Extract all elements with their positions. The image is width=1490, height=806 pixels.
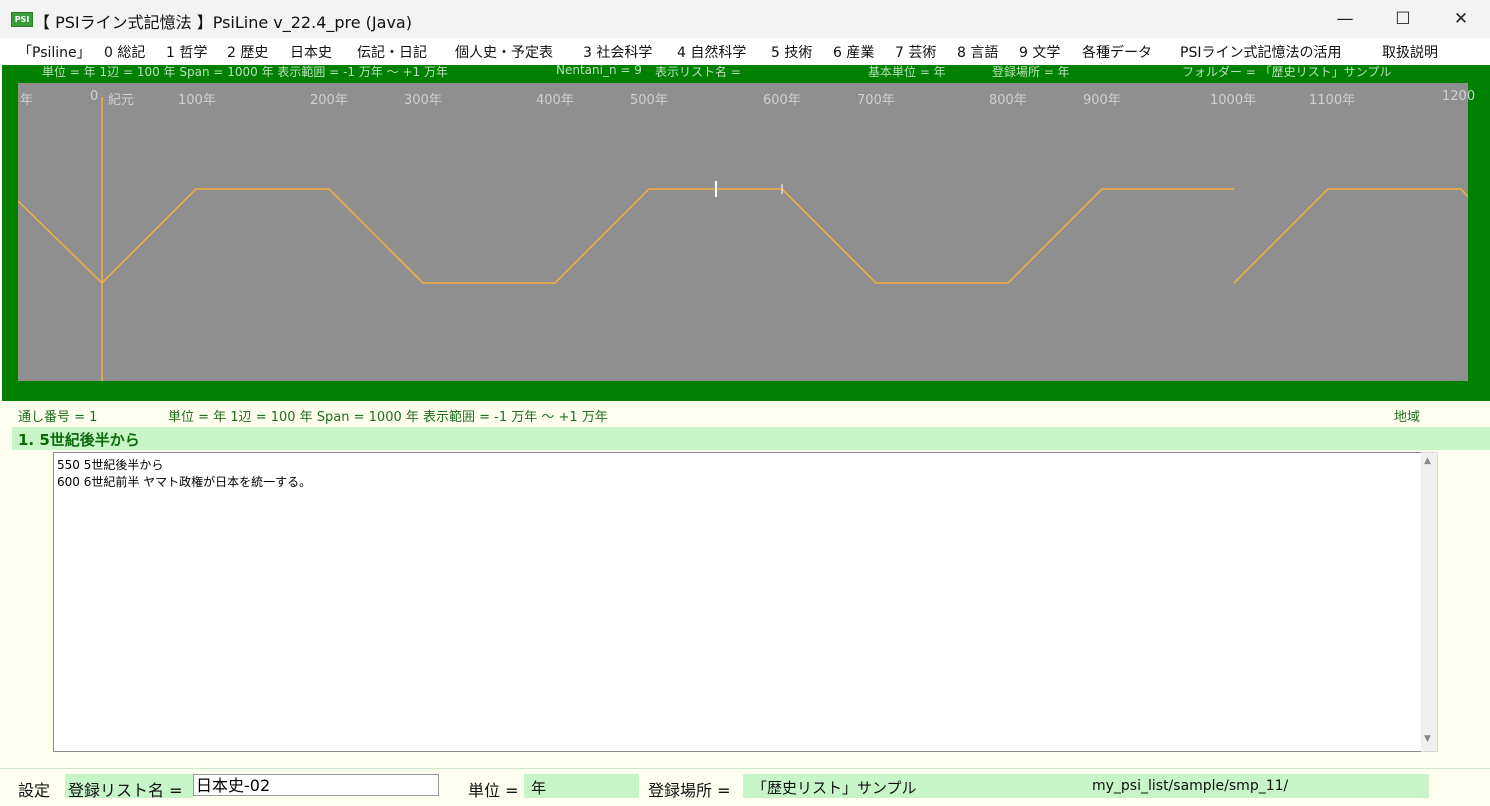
timeline-polyline-1 (18, 188, 1234, 285)
scroll-down-icon[interactable]: ▼ (1424, 734, 1431, 744)
entry-line: 600 6世紀前半 ヤマト政権が日本を統一する。 (57, 475, 312, 489)
list-name-label: 登録リスト名 = (68, 781, 183, 800)
title-bar: PSI 【 PSIライン式記憶法 】PsiLine v_22.4_pre (Ja… (0, 0, 1490, 38)
menu-bar: 「Psiline」 0 総記 1 哲学 2 歴史 日本史 伝記・日記 個人史・予… (0, 38, 1490, 65)
menu-natural-science[interactable]: 4 自然科学 (677, 42, 746, 62)
entry-textarea[interactable]: 550 5世紀後半から 600 6世紀前半 ヤマト政権が日本を統一する。 (53, 452, 1423, 752)
timeline-polyline-2 (1233, 188, 1468, 284)
timeline-panel: 単位 = 年 1辺 = 100 年 Span = 1000 年 表示範囲 = -… (2, 63, 1490, 401)
menu-literature[interactable]: 9 文学 (1019, 42, 1060, 62)
status-units: 単位 = 年 1辺 = 100 年 Span = 1000 年 表示範囲 = -… (168, 410, 608, 425)
place-value: 「歴史リスト」サンプル (752, 779, 917, 797)
entry-heading: 1. 5世紀後半から (18, 431, 140, 449)
app-icon: PSI (11, 12, 33, 27)
textarea-scrollbar[interactable]: ▲ ▼ (1421, 452, 1438, 752)
list-name-input[interactable]: 日本史-02 (193, 774, 439, 796)
info-nentani: Nentani_n = 9 (556, 63, 642, 77)
menu-manual[interactable]: 取扱説明 (1382, 42, 1438, 62)
place-path: my_psi_list/sample/smp_11/ (1092, 778, 1289, 794)
menu-personal-history[interactable]: 個人史・予定表 (455, 42, 553, 62)
menu-language[interactable]: 8 言語 (957, 42, 998, 62)
menu-arts[interactable]: 7 芸術 (895, 42, 936, 62)
window-title: 【 PSIライン式記憶法 】PsiLine v_22.4_pre (Java) (34, 13, 412, 32)
status-serial: 通し番号 = 1 (18, 410, 98, 425)
menu-biography[interactable]: 伝記・日記 (357, 42, 427, 62)
scroll-up-icon[interactable]: ▲ (1424, 456, 1431, 466)
menu-psiline[interactable]: 「Psiline」 (18, 42, 91, 62)
minimize-button[interactable]: — (1316, 0, 1374, 38)
close-button[interactable]: ✕ (1432, 0, 1490, 38)
timeline-svg (18, 97, 1468, 381)
status-region: 地域 (1394, 410, 1421, 425)
maximize-button[interactable]: ☐ (1374, 0, 1432, 38)
menu-social-science[interactable]: 3 社会科学 (583, 42, 652, 62)
unit-value: 年 (531, 779, 547, 797)
info-units: 単位 = 年 1辺 = 100 年 Span = 1000 年 表示範囲 = -… (42, 65, 448, 79)
menu-philosophy[interactable]: 1 哲学 (166, 42, 207, 62)
info-base-unit: 基本単位 = 年 (868, 65, 946, 79)
menu-japanese-history[interactable]: 日本史 (290, 42, 332, 62)
menu-psiline-usage[interactable]: PSIライン式記憶法の活用 (1180, 42, 1341, 62)
menu-data[interactable]: 各種データ (1082, 42, 1152, 62)
detail-panel: 通し番号 = 1 単位 = 年 1辺 = 100 年 Span = 1000 年… (0, 401, 1490, 805)
info-list-name: 表示リスト名 = (655, 65, 741, 79)
menu-technology[interactable]: 5 技術 (771, 42, 812, 62)
entry-heading-bar: 1. 5世紀後半から (12, 427, 1490, 450)
timeline-chart[interactable]: 年 0 紀元 100年 200年 300年 400年 500年 600年 700… (18, 83, 1475, 381)
menu-industry[interactable]: 6 産業 (833, 42, 874, 62)
settings-button[interactable]: 設定 (18, 777, 50, 801)
menu-history[interactable]: 2 歴史 (227, 42, 268, 62)
info-folder: フォルダー = 「歴史リスト」サンプル (1182, 65, 1392, 79)
unit-label: 単位 = (468, 781, 519, 800)
entry-line: 550 5世紀後半から (57, 458, 164, 472)
bottom-bar: 設定 登録リスト名 = 日本史-02 単位 = 年 登録場所 = 「歴史リスト」… (0, 768, 1490, 806)
place-label: 登録場所 = (648, 781, 731, 800)
menu-general[interactable]: 0 総記 (104, 42, 145, 62)
info-reg-place: 登録場所 = 年 (992, 65, 1070, 79)
